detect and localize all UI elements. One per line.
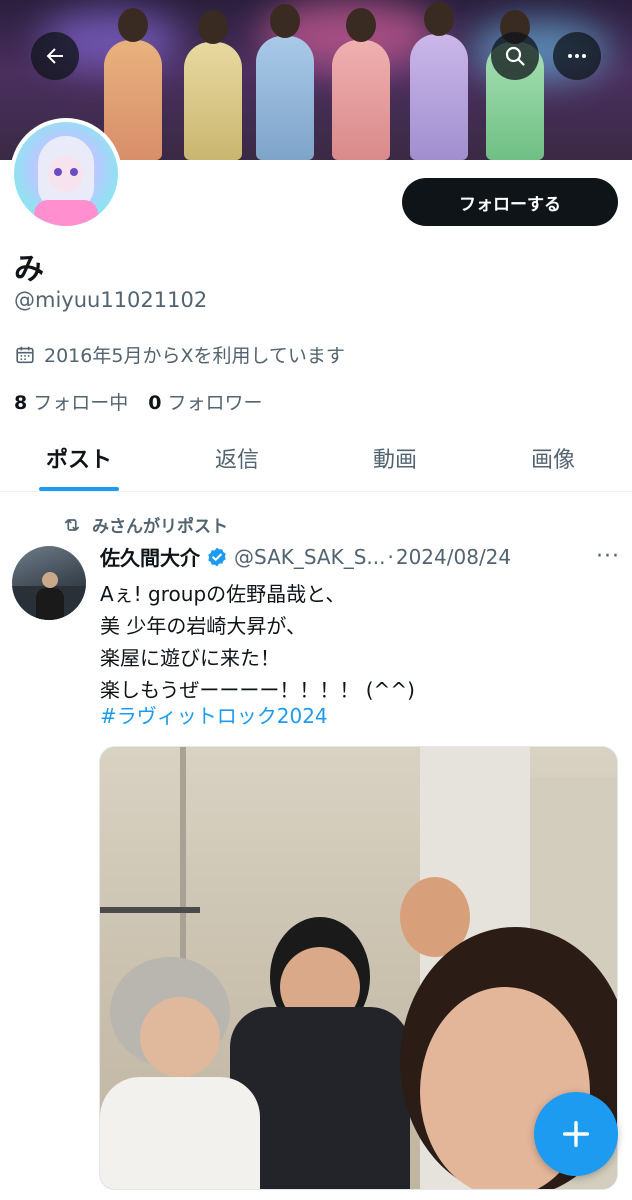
repost-icon <box>64 518 80 531</box>
repost-label: みさんがリポスト <box>92 517 228 537</box>
display-name: み <box>14 252 44 287</box>
back-arrow-icon <box>46 48 63 64</box>
meta-separator: · <box>387 544 394 569</box>
post-line: 楽屋に遊びに来た！ <box>100 646 280 670</box>
repost-indicator: みさんがリポスト <box>62 512 228 537</box>
post-line: Aぇ! groupの佐野晶哉と、 <box>100 582 346 606</box>
more-button[interactable] <box>553 32 601 80</box>
user-handle: @miyuu11021102 <box>14 288 208 312</box>
search-icon <box>505 46 525 66</box>
tab-replies[interactable]: 返信 <box>158 424 316 491</box>
post-author-handle[interactable]: @SAK_SAK_S... <box>234 545 386 569</box>
compose-button[interactable] <box>534 1092 618 1176</box>
follow-button[interactable]: フォローする <box>402 178 618 226</box>
post-line: 美 少年の岩崎大昇が、 <box>100 614 306 638</box>
post-author-avatar[interactable] <box>12 546 86 620</box>
post-hashtag[interactable]: #ラヴィットロック2024 <box>100 700 328 729</box>
tab-videos[interactable]: 動画 <box>316 424 474 491</box>
profile-tabs: ポスト 返信 動画 画像 <box>0 424 632 492</box>
more-icon <box>568 54 586 58</box>
search-button[interactable] <box>491 32 539 80</box>
tab-images[interactable]: 画像 <box>474 424 632 491</box>
joined-date: 2016年5月からXを利用しています <box>14 341 345 368</box>
followers-count: 0 <box>148 392 162 414</box>
post-date[interactable]: 2024/08/24 <box>396 545 511 569</box>
profile-avatar[interactable] <box>10 118 122 230</box>
following-label: フォロー中 <box>33 392 129 414</box>
back-button[interactable] <box>31 32 79 80</box>
post-body: Aぇ! groupの佐野晶哉と、 美 少年の岩崎大昇が、 楽屋に遊びに来た！ 楽… <box>100 578 620 706</box>
follow-stats: 8 フォロー中 0 フォロワー <box>14 388 263 415</box>
post-header: 佐久間大介 @SAK_SAK_S... · 2024/08/24 ··· <box>100 542 620 571</box>
followers-label: フォロワー <box>167 392 263 414</box>
following-link[interactable]: 8 フォロー中 <box>14 388 128 415</box>
followers-link[interactable]: 0 フォロワー <box>148 388 262 415</box>
tab-posts[interactable]: ポスト <box>0 424 158 491</box>
post-more-button[interactable]: ··· <box>596 544 620 569</box>
plus-icon <box>562 1120 590 1148</box>
following-count: 8 <box>14 392 28 414</box>
verified-badge-icon <box>208 547 226 566</box>
calendar-icon <box>16 346 34 363</box>
avatar-image <box>14 122 118 226</box>
joined-text: 2016年5月からXを利用しています <box>44 345 345 367</box>
post-author-name[interactable]: 佐久間大介 <box>100 542 200 571</box>
